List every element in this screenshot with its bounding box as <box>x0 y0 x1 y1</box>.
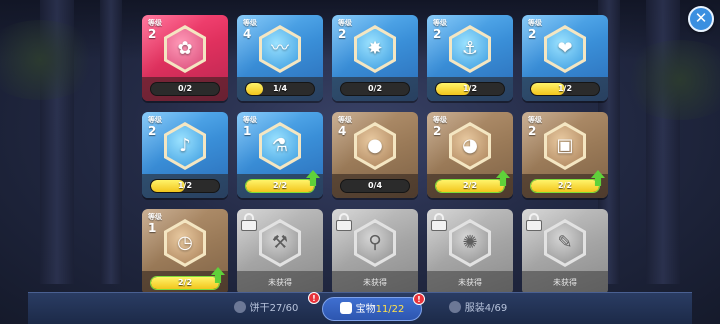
hammer-icon: ⚒ <box>271 232 289 253</box>
level-value: 2 <box>148 27 157 41</box>
progress-bar: 0/2 <box>150 82 220 96</box>
progress-text: 2/2 <box>272 181 288 190</box>
shell-icon: ◕ <box>462 135 478 156</box>
card-footer: 0/2 <box>332 77 418 101</box>
progress-bar: 1/2 <box>530 82 600 96</box>
locked-treasure-card[interactable]: ✎ 未获得 <box>522 209 608 295</box>
tab-treasures-alert-badge: ! <box>413 293 425 305</box>
left-pillar-inner <box>100 0 122 284</box>
treasure-card[interactable]: 等级 2 ♪ 1/2 <box>142 112 228 198</box>
progress-text: 1/4 <box>272 84 288 93</box>
level-value: 4 <box>243 27 252 41</box>
progress-bar: 2/2 <box>435 179 505 193</box>
tab-cookies-label: 饼干 <box>249 303 270 314</box>
flower-icon: ✿ <box>177 38 193 59</box>
treasure-card[interactable]: 等级 2 ▣ 2/2 <box>522 112 608 198</box>
not-obtained-label: 未获得 <box>268 278 292 287</box>
level-value: 2 <box>148 124 157 138</box>
lock-icon <box>526 213 542 231</box>
close-button[interactable]: ✕ <box>688 6 714 32</box>
treasure-card[interactable]: 等级 1 ◷ 2/2 <box>142 209 228 295</box>
chest-icon: ▣ <box>556 135 574 156</box>
tab-treasures-count: 11/22 <box>375 304 405 315</box>
treasure-card[interactable]: 等级 2 ❤ 1/2 <box>522 15 608 101</box>
tab-cookies-alert-badge: ! <box>308 292 320 304</box>
foliage-right <box>620 40 720 120</box>
whistle-icon: ♪ <box>179 135 191 156</box>
progress-text: 0/2 <box>367 84 383 93</box>
level-value: 2 <box>528 124 537 138</box>
lock-icon <box>431 213 447 231</box>
crystal-icon: ✸ <box>367 38 383 59</box>
pot-icon: ✺ <box>462 232 478 253</box>
card-footer: 1/2 <box>142 174 228 198</box>
clock-icon: ◷ <box>177 232 193 253</box>
progress-bar: 0/4 <box>340 179 410 193</box>
treasure-icon <box>339 302 352 314</box>
progress-bar: 1/2 <box>150 179 220 193</box>
progress-text: 1/2 <box>557 84 573 93</box>
treasure-card[interactable]: 等级 2 ⚓ 1/2 <box>427 15 513 101</box>
progress-text: 1/2 <box>177 181 193 190</box>
lock-icon <box>241 213 257 231</box>
progress-text: 2/2 <box>462 181 478 190</box>
bottom-tab-bar: 饼干27/60 ! 宝物11/22 ! 服装4/69 <box>28 292 692 324</box>
treasure-card[interactable]: 等级 1 ⚗ 2/2 <box>237 112 323 198</box>
treasure-card[interactable]: 等级 2 ✸ 0/2 <box>332 15 418 101</box>
tab-costumes-label: 服装 <box>464 303 485 314</box>
level-value: 2 <box>528 27 537 41</box>
treasure-card[interactable]: 等级 2 ✿ 0/2 <box>142 15 228 101</box>
card-footer: 0/4 <box>332 174 418 198</box>
hook-icon: ⚓ <box>461 38 479 59</box>
not-obtained-label: 未获得 <box>363 278 387 287</box>
progress-bar: 0/2 <box>340 82 410 96</box>
tab-costumes-count: 4/69 <box>484 303 508 314</box>
not-obtained-label: 未获得 <box>553 278 577 287</box>
treasure-card[interactable]: 等级 2 ◕ 2/2 <box>427 112 513 198</box>
lock-icon <box>336 213 352 231</box>
progress-text: 1/2 <box>462 84 478 93</box>
progress-bar: 1/2 <box>435 82 505 96</box>
progress-text: 0/4 <box>367 181 383 190</box>
level-value: 1 <box>243 124 252 138</box>
locked-treasure-card[interactable]: ✺ 未获得 <box>427 209 513 295</box>
tab-cookies-count: 27/60 <box>269 303 299 314</box>
level-value: 2 <box>433 124 442 138</box>
card-footer: 0/2 <box>142 77 228 101</box>
card-footer: 1/4 <box>237 77 323 101</box>
treasure-card[interactable]: 等级 4 ● 0/4 <box>332 112 418 198</box>
tab-treasures[interactable]: 宝物11/22 ! <box>322 293 425 321</box>
progress-bar: 1/4 <box>245 82 315 96</box>
progress-bar: 2/2 <box>245 179 315 193</box>
horn-icon: 〰 <box>271 38 289 59</box>
progress-text: 0/2 <box>177 84 193 93</box>
shirt-icon <box>448 301 461 313</box>
treasure-card[interactable]: 等级 4 〰 1/4 <box>237 15 323 101</box>
bone-icon: ✎ <box>557 232 573 253</box>
pumpkin-icon: ● <box>367 135 383 156</box>
progress-bar: 2/2 <box>530 179 600 193</box>
level-value: 2 <box>338 27 347 41</box>
locked-treasure-card[interactable]: ⚒ 未获得 <box>237 209 323 295</box>
progress-bar: 2/2 <box>150 276 220 290</box>
not-obtained-label: 未获得 <box>458 278 482 287</box>
candy-icon: ❤ <box>557 38 573 59</box>
tab-costumes[interactable]: 服装4/69 <box>428 297 528 321</box>
card-footer: 1/2 <box>427 77 513 101</box>
level-value: 2 <box>433 27 442 41</box>
progress-text: 2/2 <box>177 278 193 287</box>
level-value: 1 <box>148 221 157 235</box>
treasure-grid: 等级 2 ✿ 0/2 等级 4 〰 1/4 等级 2 ✸ 0/2 等级 2 ⚓ 1/2 等级 2 ❤ 1/2 等级 2 ♪ 1… <box>142 15 608 295</box>
cookie-icon <box>233 301 246 313</box>
tab-treasures-label: 宝物 <box>355 304 376 315</box>
level-value: 4 <box>338 124 347 138</box>
magnifier-icon: ⚲ <box>368 232 382 253</box>
locked-treasure-card[interactable]: ⚲ 未获得 <box>332 209 418 295</box>
tab-cookies[interactable]: 饼干27/60 ! <box>216 292 320 321</box>
card-footer: 1/2 <box>522 77 608 101</box>
progress-text: 2/2 <box>557 181 573 190</box>
potion-icon: ⚗ <box>271 135 289 156</box>
